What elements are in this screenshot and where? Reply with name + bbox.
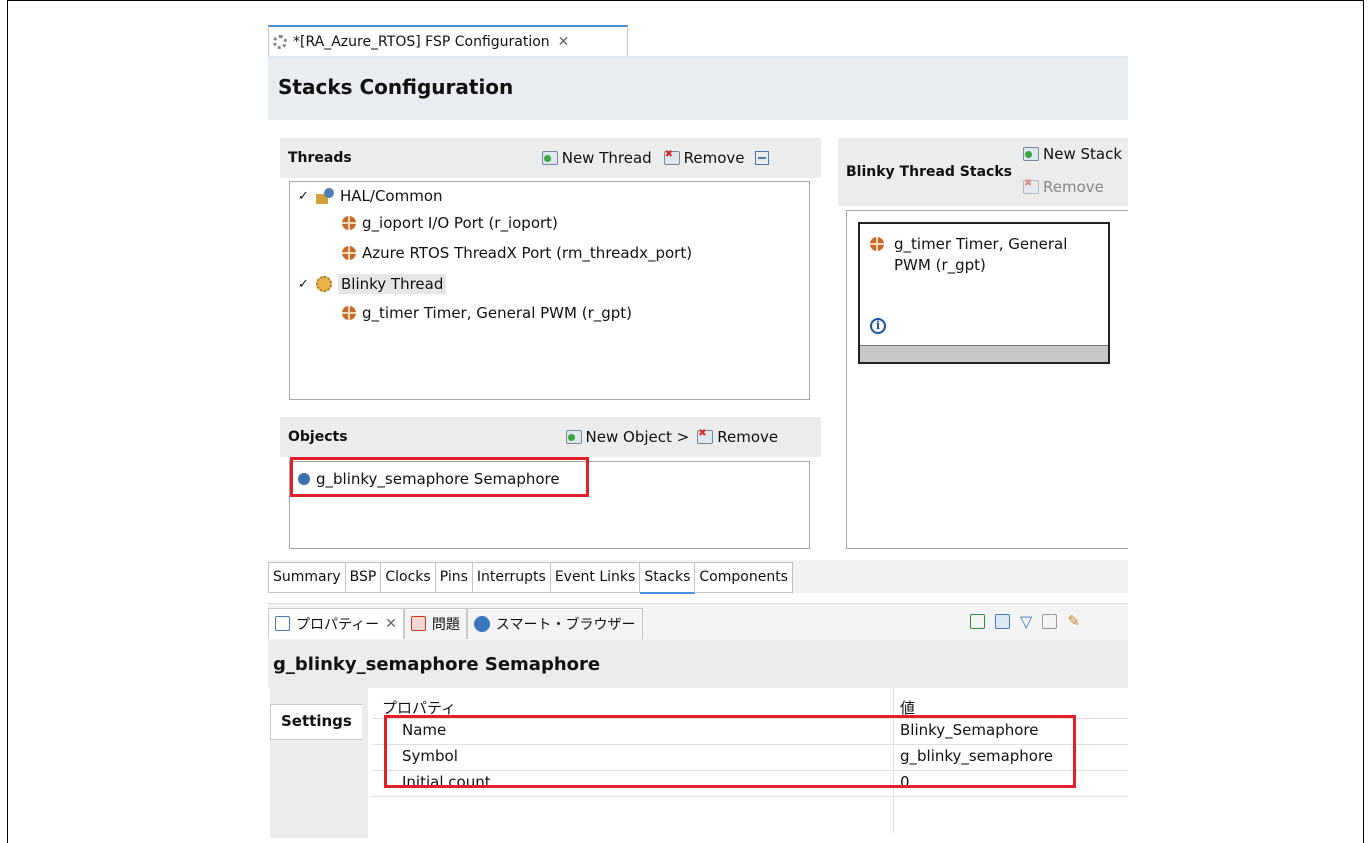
add-icon	[565, 430, 582, 444]
tab-clocks[interactable]: Clocks	[381, 562, 436, 593]
tree-item-threadx-port[interactable]: Azure RTOS ThreadX Port (rm_threadx_port…	[342, 244, 692, 262]
pencil-icon[interactable]: ✎	[1067, 614, 1080, 629]
filter-icon[interactable]: ▽	[1020, 614, 1032, 630]
tab-interrupts[interactable]: Interrupts	[472, 562, 551, 593]
view-toolbar: ▽ ✎	[970, 614, 1080, 630]
remove-object-label: Remove	[717, 428, 779, 446]
threads-tree: ✓ HAL/Common g_ioport I/O Port (r_ioport…	[289, 181, 810, 400]
tab-event-links[interactable]: Event Links	[550, 562, 641, 593]
remove-icon	[663, 149, 680, 165]
add-icon	[541, 151, 558, 165]
stack-block-timer[interactable]: g_timer Timer, General PWM (r_gpt) i	[858, 222, 1110, 364]
chevron-down-icon[interactable]: ✓	[298, 189, 310, 204]
tab-problems[interactable]: 問題	[403, 607, 467, 639]
stacks-header: Blinky Thread Stacks New Stack Remove	[838, 138, 1128, 206]
tab-components[interactable]: Components	[695, 562, 793, 593]
view-tabs: プロパティー ✕ 問題 スマート・ブラウザー	[268, 607, 643, 639]
objects-title: Objects	[288, 429, 348, 445]
new-thread-button[interactable]: New Thread	[541, 149, 652, 167]
properties-header: g_blinky_semaphore Semaphore	[268, 640, 1128, 688]
module-icon	[342, 216, 356, 230]
stack-block-line2: PWM (r_gpt)	[894, 256, 986, 274]
highlight-box-properties	[384, 715, 1076, 788]
tree-item-ioport[interactable]: g_ioport I/O Port (r_ioport)	[342, 214, 558, 232]
categories-icon[interactable]	[995, 614, 1010, 629]
remove-stack-button[interactable]: Remove	[1023, 178, 1104, 196]
threads-header: Threads New Thread Remove	[280, 138, 821, 178]
tab-stacks[interactable]: Stacks	[640, 562, 696, 594]
stacks-title: Blinky Thread Stacks	[846, 164, 1012, 180]
thread-gear-icon	[316, 276, 332, 292]
tab-pins[interactable]: Pins	[435, 562, 473, 593]
objects-header: Objects New Object > Remove	[280, 417, 821, 457]
close-icon[interactable]: ✕	[558, 34, 570, 50]
tab-smart-browser-label: スマート・ブラウザー	[495, 616, 636, 633]
remove-thread-label: Remove	[683, 149, 745, 167]
module-icon	[870, 237, 884, 251]
stack-block-footer	[860, 345, 1108, 362]
tab-properties[interactable]: プロパティー ✕	[268, 607, 404, 639]
page-title: Stacks Configuration	[278, 75, 514, 99]
tab-bsp[interactable]: BSP	[345, 562, 382, 593]
hal-icon	[316, 188, 334, 204]
stack-block-line1: g_timer Timer, General	[894, 235, 1068, 253]
remove-object-button[interactable]: Remove	[697, 428, 778, 446]
tab-problems-label: 問題	[431, 616, 460, 633]
remove-icon	[697, 428, 714, 444]
module-icon	[342, 246, 356, 260]
new-object-button[interactable]: New Object >	[565, 428, 690, 446]
close-icon[interactable]: ✕	[385, 616, 397, 632]
new-object-label: New Object >	[585, 428, 690, 446]
module-icon	[342, 306, 356, 320]
tree-label: Blinky Thread	[338, 274, 447, 294]
pin-editor-icon[interactable]	[970, 614, 985, 629]
tab-summary[interactable]: Summary	[268, 562, 346, 593]
editor-tab-title: *[RA_Azure_RTOS] FSP Configuration	[293, 34, 550, 50]
threads-title: Threads	[288, 150, 352, 166]
tree-item-timer[interactable]: g_timer Timer, General PWM (r_gpt)	[342, 304, 632, 322]
tab-smart-browser[interactable]: スマート・ブラウザー	[466, 607, 643, 639]
properties-icon	[275, 616, 290, 631]
highlight-box-object	[290, 457, 589, 497]
new-stack-button[interactable]: New Stack	[1023, 145, 1122, 163]
chevron-down-icon[interactable]: ✓	[298, 277, 310, 292]
smart-browser-icon	[473, 615, 490, 632]
add-icon	[1023, 147, 1039, 161]
collapse-all-icon[interactable]	[754, 151, 769, 165]
new-thread-label: New Thread	[561, 149, 652, 167]
new-stack-label: New Stack	[1043, 145, 1123, 163]
tab-settings[interactable]: Settings	[270, 704, 362, 740]
tree-item-hal-common[interactable]: ✓ HAL/Common	[298, 187, 443, 205]
remove-thread-button[interactable]: Remove	[663, 149, 745, 167]
tree-item-blinky-thread[interactable]: ✓ Blinky Thread	[298, 274, 447, 294]
tree-label: Azure RTOS ThreadX Port (rm_threadx_port…	[362, 244, 693, 262]
remove-stack-label: Remove	[1043, 178, 1104, 196]
config-tabs: Summary BSP Clocks Pins Interrupts Event…	[268, 562, 793, 594]
remove-icon	[1023, 178, 1039, 194]
gear-icon	[273, 35, 287, 49]
editor-tab[interactable]: *[RA_Azure_RTOS] FSP Configuration ✕	[268, 25, 628, 57]
tree-label: g_timer Timer, General PWM (r_gpt)	[362, 304, 633, 322]
properties-title: g_blinky_semaphore Semaphore	[273, 654, 601, 675]
problems-icon	[410, 616, 426, 631]
tree-label: g_ioport I/O Port (r_ioport)	[362, 214, 558, 232]
tab-properties-label: プロパティー	[296, 616, 380, 633]
tree-label: HAL/Common	[340, 187, 443, 205]
page-header: Stacks Configuration	[268, 58, 1128, 120]
restore-default-icon[interactable]	[1042, 614, 1058, 629]
info-icon[interactable]: i	[870, 318, 886, 334]
